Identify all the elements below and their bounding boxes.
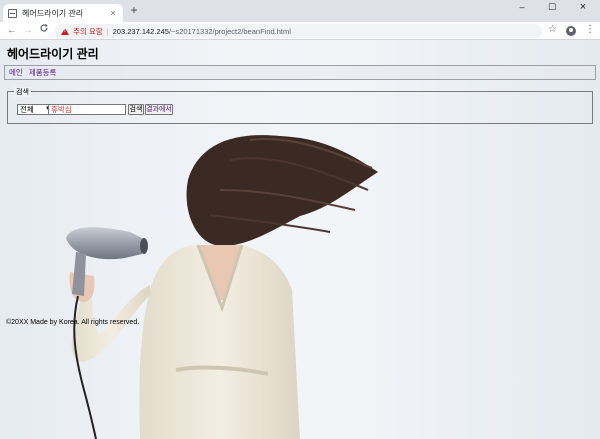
page-favicon-icon — [8, 8, 17, 18]
search-within-results-button[interactable]: 결과에서 — [145, 104, 173, 115]
bookmark-star-icon[interactable]: ☆ — [548, 24, 557, 35]
minimize-button[interactable]: – — [507, 0, 537, 14]
browser-tab[interactable]: 헤어드라이기 관리 × — [3, 4, 123, 22]
url-path: /~s20171332/project2/beanFind.html — [168, 26, 291, 36]
security-label[interactable]: 주의 요함 — [73, 26, 103, 37]
tab-close-icon[interactable]: × — [108, 8, 118, 18]
nav-link-product-register[interactable]: 제품등록 — [29, 67, 57, 78]
close-window-button[interactable]: × — [568, 0, 598, 14]
url-host: 203.237.142.245 — [112, 26, 169, 36]
forward-button[interactable]: → — [21, 23, 35, 38]
page-viewport: 헤어드라이기 관리 메인 제품등록 검색 전체 ▼ 휴박심 검색 결과에서 ©2… — [0, 40, 600, 439]
tab-strip: 헤어드라이기 관리 × + – ☐ × — [0, 0, 600, 22]
new-tab-button[interactable]: + — [127, 4, 141, 18]
account-icon[interactable] — [566, 26, 576, 36]
search-legend: 검색 — [14, 87, 31, 97]
not-secure-warning-icon[interactable] — [61, 27, 69, 35]
address-bar[interactable]: 주의 요함 | 203.237.142.245 /~s20171332/proj… — [55, 24, 542, 38]
page-title: 헤어드라이기 관리 — [7, 47, 99, 61]
reload-button[interactable] — [37, 23, 51, 38]
tab-title: 헤어드라이기 관리 — [22, 8, 84, 18]
back-button[interactable]: ← — [5, 23, 19, 38]
url-separator: | — [106, 26, 109, 36]
search-fieldset: 검색 전체 ▼ 휴박심 검색 결과에서 — [7, 87, 593, 124]
nav-link-main[interactable]: 메인 — [9, 67, 23, 78]
search-input[interactable]: 휴박심 — [48, 104, 126, 115]
footer-copyright: ©20XX Made by Korea. All rights reserved… — [6, 319, 140, 326]
reload-icon — [40, 24, 48, 32]
browser-toolbar: ← → 주의 요함 | 203.237.142.245 /~s20171332/… — [0, 22, 600, 40]
maximize-button[interactable]: ☐ — [537, 0, 567, 14]
search-button[interactable]: 검색 — [128, 104, 144, 115]
browser-menu-icon[interactable]: ⋮ — [585, 24, 595, 35]
search-category-value: 전체 — [20, 105, 34, 114]
main-nav: 메인 제품등록 — [4, 65, 596, 80]
